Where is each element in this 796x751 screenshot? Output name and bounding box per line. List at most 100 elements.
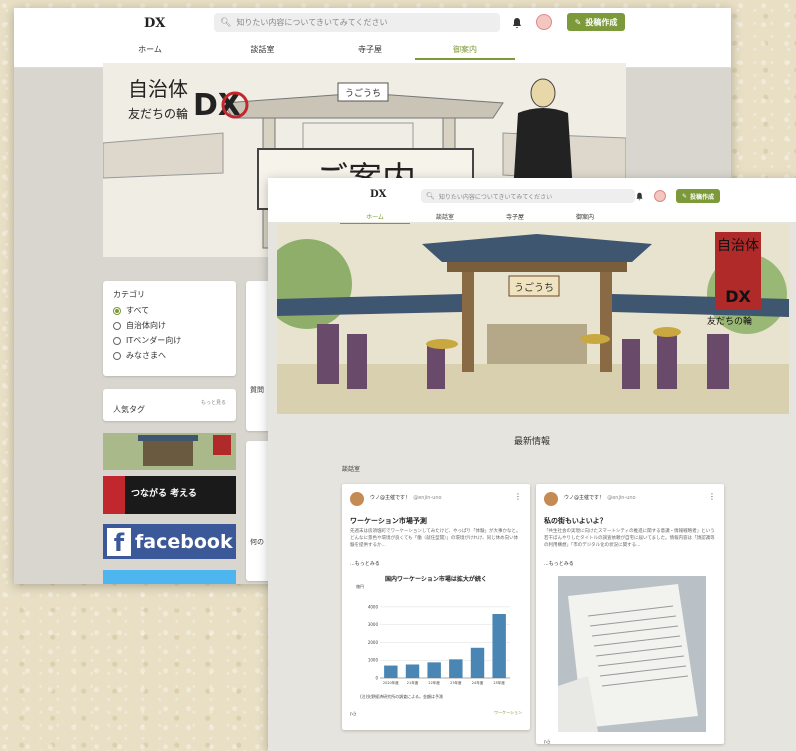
category-label: 談話室 — [342, 466, 361, 473]
gate-illustration: うごうち 自治体 DX 友だちの輪 — [277, 224, 789, 414]
like-icon[interactable]: 👍︎ — [544, 738, 550, 746]
post-title[interactable]: 私の街もいよいよ？ — [544, 516, 607, 526]
front-window: DX 🔍︎ 知りたい内容についてきいてみてください ✎ 投稿作成 ホーム 談話室 … — [268, 178, 796, 751]
option-label: 自治体向け — [126, 321, 166, 330]
chart-bar — [405, 664, 420, 678]
search-input[interactable]: 🔍︎ 知りたい内容についてきいてみてください — [214, 13, 500, 32]
tab-terakoya[interactable]: 寺子屋 — [325, 44, 415, 60]
radio-icon — [113, 336, 121, 345]
post-title[interactable]: ワーケーション市場予測 — [350, 516, 427, 526]
main-nav: ホーム 談話室 寺子屋 御案内 — [100, 44, 515, 60]
y-tick-label: 2000 — [368, 640, 379, 645]
tags-card: 人気タグ もっと見る — [103, 389, 236, 421]
avatar[interactable] — [654, 190, 666, 202]
option-label: すべて — [126, 306, 150, 315]
tags-title: 人気タグ — [113, 405, 145, 414]
site-logo[interactable]: DX — [370, 189, 386, 200]
post-excerpt: 先週末は房須塩町でワーケーションしてみたけど、やっぱり「体験」が大事かなと。どん… — [350, 529, 521, 548]
category-option-vendor[interactable]: ITベンダー向け — [113, 335, 226, 346]
tab-danwa[interactable]: 談話室 — [200, 44, 325, 60]
tab-guide[interactable]: 御案内 — [415, 44, 515, 60]
x-tick-label: 22年度 — [428, 680, 440, 685]
x-tick-label: 23年度 — [450, 680, 462, 685]
facebook-banner[interactable]: f facebook — [103, 524, 236, 559]
radio-checked-icon — [113, 306, 121, 315]
banner-title-2: 友だちの輪 — [707, 315, 752, 327]
author-name[interactable]: ウノ@主催です！ @enjin-uno — [564, 494, 636, 501]
chart-bar — [384, 665, 398, 678]
header: DX 🔍︎ 知りたい内容についてきいてみてください ✎ 投稿作成 ホーム 談話室 … — [14, 8, 731, 68]
twitter-banner[interactable] — [103, 570, 236, 584]
more-options-icon[interactable]: ⋮ — [514, 492, 522, 501]
tab-home[interactable]: ホーム — [100, 44, 200, 60]
category-option-everyone[interactable]: みなさまへ — [113, 350, 226, 361]
more-options-icon[interactable]: ⋮ — [708, 492, 716, 501]
side-banner-event-text: つながる 考える — [131, 489, 197, 499]
post-excerpt: 「共生社会の実現に向けたスマートシティの推進に関する意識・情報戦略者」という若干… — [544, 529, 715, 548]
facebook-text: facebook — [135, 530, 233, 553]
radio-icon — [113, 321, 121, 330]
bell-icon[interactable] — [511, 17, 523, 29]
search-placeholder: 知りたい内容についてきいてみてください — [438, 193, 553, 201]
post-tag[interactable]: ワーケーション — [494, 710, 522, 716]
document-photo — [558, 576, 706, 732]
chart-note: (注)矢野経済研究所の調査による。金額は予測 — [360, 694, 444, 699]
radio-icon — [113, 351, 121, 360]
section-title: 最新情報 — [513, 437, 550, 447]
search-placeholder: 知りたい内容についてきいてみてください — [236, 18, 388, 27]
search-input[interactable]: 🔍︎ 知りたい内容についてきいてみてください — [421, 189, 635, 203]
category-option-gov[interactable]: 自治体向け — [113, 320, 226, 331]
chart-title: 国内ワーケーション市場は拡大が続く — [385, 576, 487, 583]
read-more-link[interactable]: ...もっとみる — [350, 560, 380, 567]
post-card[interactable]: ウノ@主催です！ @enjin-uno ⋮ ワーケーション市場予測 先週末は房須… — [342, 484, 530, 730]
side-banner-gate[interactable] — [103, 433, 236, 470]
y-tick-label: 1000 — [368, 658, 379, 663]
search-icon: 🔍︎ — [220, 17, 232, 28]
author-avatar[interactable] — [544, 492, 558, 506]
chart-bar — [427, 662, 441, 678]
chart-bar — [449, 659, 463, 678]
x-tick-label: 25年度 — [493, 680, 505, 685]
post-photo[interactable] — [558, 576, 706, 732]
gate-sign: うごうち — [345, 87, 381, 99]
x-tick-label: 24年度 — [472, 680, 484, 685]
category-title: カテゴリ — [113, 290, 145, 299]
y-tick-label: 3000 — [368, 622, 379, 627]
post-button-label: 投稿作成 — [585, 17, 618, 27]
site-logo[interactable]: DX — [144, 16, 165, 31]
bell-icon[interactable] — [635, 192, 644, 201]
banner-dx: DX — [725, 287, 751, 306]
author-name-text: ウノ@主催です！ — [370, 495, 411, 501]
author-name-text: ウノ@主催です！ — [564, 495, 605, 501]
author-name[interactable]: ウノ@主催です！ @enjin-uno — [370, 494, 442, 501]
side-banner-event[interactable]: つながる 考える — [103, 476, 236, 514]
banner-title-1: 自治体 — [128, 77, 188, 101]
like-icon[interactable]: 👍︎ — [350, 710, 356, 718]
banner-title-2: 友だちの輪 — [128, 106, 188, 121]
bar-chart: 0 1000 2000 3000 4000 2020年度 21年度 22年度 23年度 24年度 2… — [368, 604, 510, 685]
x-tick-label: 21年度 — [407, 680, 419, 685]
post-button[interactable]: ✎ 投稿作成 — [567, 13, 625, 31]
option-label: みなさまへ — [126, 351, 166, 360]
facebook-icon: f — [107, 527, 131, 557]
author-avatar[interactable] — [350, 492, 364, 506]
x-tick-label: 2020年度 — [383, 680, 399, 685]
banner-title-1: 自治体 — [717, 238, 759, 254]
category-card: カテゴリ すべて 自治体向け ITベンダー向け みなさまへ — [103, 281, 236, 376]
post-card[interactable]: ウノ@主催です！ @enjin-uno ⋮ 私の街もいよいよ？ 「共生社会の実現… — [536, 484, 724, 746]
tags-more-link[interactable]: もっと見る — [201, 399, 226, 406]
category-option-all[interactable]: すべて — [113, 305, 226, 316]
y-tick-label: 4000 — [368, 604, 379, 609]
post-chart: 国内ワーケーション市場は拡大が続く 億円 0 1000 2000 3000 4000 20… — [354, 574, 518, 702]
avatar[interactable] — [536, 14, 552, 30]
author-handle: @enjin-uno — [607, 495, 636, 501]
post-button[interactable]: ✎ 投稿作成 — [676, 189, 720, 203]
read-more-link[interactable]: ...もっとみる — [544, 560, 574, 567]
search-icon: 🔍︎ — [426, 192, 435, 200]
pencil-icon: ✎ — [681, 192, 687, 200]
gate-thumbnail — [103, 433, 236, 470]
y-tick-label: 0 — [375, 676, 378, 681]
banner-red-block — [103, 476, 125, 514]
author-handle: @enjin-uno — [413, 495, 442, 501]
post-button-label: 投稿作成 — [690, 193, 715, 201]
